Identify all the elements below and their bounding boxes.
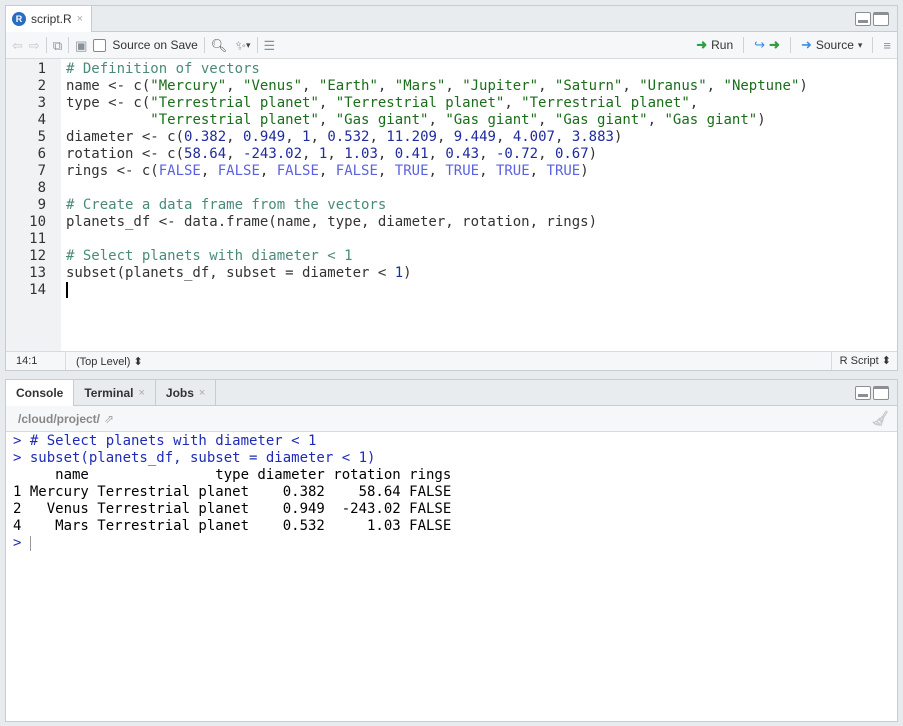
line-number: 12	[29, 248, 46, 264]
working-directory-bar: /cloud/project/ ⇗ 🧹︎	[6, 406, 897, 432]
console-tabbar: Console Terminal × Jobs ×	[6, 380, 897, 406]
code-line[interactable]: # Create a data frame from the vectors	[66, 197, 386, 214]
divider	[68, 37, 70, 53]
tab-label: Jobs	[165, 386, 194, 400]
editor-tabbar: R script.R ×	[6, 6, 897, 32]
go-to-directory-icon[interactable]: ⇗	[104, 412, 114, 426]
show-in-window-icon[interactable]: ⧉	[53, 39, 62, 52]
divider	[256, 37, 258, 53]
tab-script-r[interactable]: R script.R ×	[6, 6, 93, 32]
compile-report-icon[interactable]: ☰	[264, 39, 276, 52]
editor-toolbar: ⇦ ⇨ ⧉ ▣ Source on Save 🔍︎ ✨︎ ▾ ☰ ➜ Run ↪…	[6, 32, 897, 59]
maximize-pane-icon[interactable]	[873, 386, 889, 400]
line-number: 14	[29, 282, 46, 298]
divider	[872, 37, 874, 53]
divider	[45, 37, 47, 53]
line-number: 3	[37, 95, 46, 111]
line-number: 9	[37, 197, 46, 213]
chevron-down-icon[interactable]: ▾	[246, 40, 251, 51]
line-number: 5	[37, 129, 46, 145]
rerun-arrow-icon[interactable]: ➜	[769, 37, 780, 53]
code-line[interactable]: subset(planets_df, subset = diameter < 1…	[66, 265, 412, 282]
pane-controls	[855, 12, 889, 26]
cursor-position: 14:1	[6, 352, 66, 370]
maximize-pane-icon[interactable]	[873, 12, 889, 26]
console-input-line: > # Select planets with diameter < 1	[13, 433, 317, 449]
console-prompt[interactable]: >	[13, 535, 31, 552]
code-line[interactable]: planets_df <- data.frame(name, type, dia…	[66, 214, 597, 231]
clear-console-icon[interactable]: 🧹︎	[871, 410, 889, 427]
minimize-pane-icon[interactable]	[855, 12, 871, 26]
editor-pane: R script.R × ⇦ ⇨ ⧉ ▣ Source on Save 🔍︎ ✨…	[5, 5, 898, 371]
tab-terminal[interactable]: Terminal ×	[74, 380, 156, 406]
line-number: 4	[37, 112, 46, 128]
text-cursor	[66, 282, 68, 298]
console-output-line: 1 Mercury Terrestrial planet 0.382 58.64…	[13, 484, 452, 500]
outline-icon[interactable]: ≡	[883, 39, 891, 52]
working-directory-path[interactable]: /cloud/project/	[18, 412, 100, 426]
divider	[789, 37, 791, 53]
line-number: 6	[37, 146, 46, 162]
code-line[interactable]: "Terrestrial planet", "Gas giant", "Gas …	[66, 112, 765, 129]
file-type-selector[interactable]: R Script ⬍	[830, 352, 897, 370]
tab-label: Console	[16, 386, 64, 400]
run-arrow-icon: ➜	[696, 37, 708, 52]
minimize-pane-icon[interactable]	[855, 386, 871, 400]
code-line[interactable]: rings <- c(FALSE, FALSE, FALSE, FALSE, T…	[66, 163, 589, 180]
tab-console[interactable]: Console	[6, 380, 75, 406]
back-arrow-icon[interactable]: ⇦	[12, 39, 23, 52]
rerun-icon[interactable]: ↪	[754, 37, 765, 53]
console-output-line: name type diameter rotation rings	[13, 467, 452, 483]
source-button[interactable]: Source	[816, 38, 854, 52]
prompt-symbol: >	[13, 535, 30, 551]
pane-controls	[855, 386, 889, 400]
line-number: 2	[37, 78, 46, 94]
chevron-down-icon[interactable]: ▾	[858, 40, 863, 51]
code-line[interactable]	[66, 282, 68, 299]
code-line[interactable]: # Definition of vectors	[66, 61, 260, 78]
code-line[interactable]: name <- c("Mercury", "Venus", "Earth", "…	[66, 78, 808, 95]
line-number: 1	[37, 61, 46, 77]
code-line[interactable]: diameter <- c(0.382, 0.949, 1, 0.532, 11…	[66, 129, 622, 146]
console-pane: Console Terminal × Jobs × /cloud/project…	[5, 379, 898, 722]
tab-label: Terminal	[84, 386, 134, 400]
tab-jobs[interactable]: Jobs ×	[156, 380, 217, 406]
run-button[interactable]: Run	[711, 38, 733, 52]
forward-arrow-icon[interactable]: ⇨	[29, 39, 40, 52]
code-line[interactable]: # Select planets with diameter < 1	[66, 248, 353, 265]
line-number: 8	[37, 180, 46, 196]
code-line[interactable]: type <- c("Terrestrial planet", "Terrest…	[66, 95, 698, 112]
line-number: 11	[29, 231, 46, 247]
source-on-save-checkbox[interactable]	[93, 38, 107, 52]
save-icon[interactable]: ▣	[75, 39, 87, 52]
divider	[203, 37, 205, 53]
scope-selector[interactable]: (Top Level) ⬍	[66, 355, 143, 368]
line-number: 10	[29, 214, 46, 230]
tab-label: script.R	[31, 12, 72, 26]
search-icon[interactable]: 🔍︎	[211, 39, 228, 52]
close-icon[interactable]: ×	[77, 13, 83, 25]
source-on-save-label: Source on Save	[112, 38, 198, 52]
line-number: 13	[29, 265, 46, 281]
r-file-icon: R	[12, 12, 26, 26]
console-output-line: 2 Venus Terrestrial planet 0.949 -243.02…	[13, 501, 452, 517]
console-output-line: 4 Mars Terrestrial planet 0.532 1.03 FAL…	[13, 518, 452, 534]
console-input-line: > subset(planets_df, subset = diameter <…	[13, 450, 376, 466]
divider	[743, 37, 745, 53]
source-arrow-icon: ➜	[800, 37, 812, 52]
close-icon[interactable]: ×	[199, 387, 205, 399]
code-line[interactable]: rotation <- c(58.64, -243.02, 1, 1.03, 0…	[66, 146, 597, 163]
magic-wand-icon[interactable]: ✨︎	[235, 39, 246, 52]
text-cursor	[29, 535, 31, 551]
editor-statusbar: 14:1 (Top Level) ⬍ R Script ⬍	[6, 351, 897, 370]
console-output[interactable]: > # Select planets with diameter < 1 > su…	[6, 432, 897, 721]
line-number: 7	[37, 163, 46, 179]
close-icon[interactable]: ×	[138, 387, 144, 399]
code-editor[interactable]: 1 # Definition of vectors 2 name <- c("Merc…	[6, 59, 897, 353]
